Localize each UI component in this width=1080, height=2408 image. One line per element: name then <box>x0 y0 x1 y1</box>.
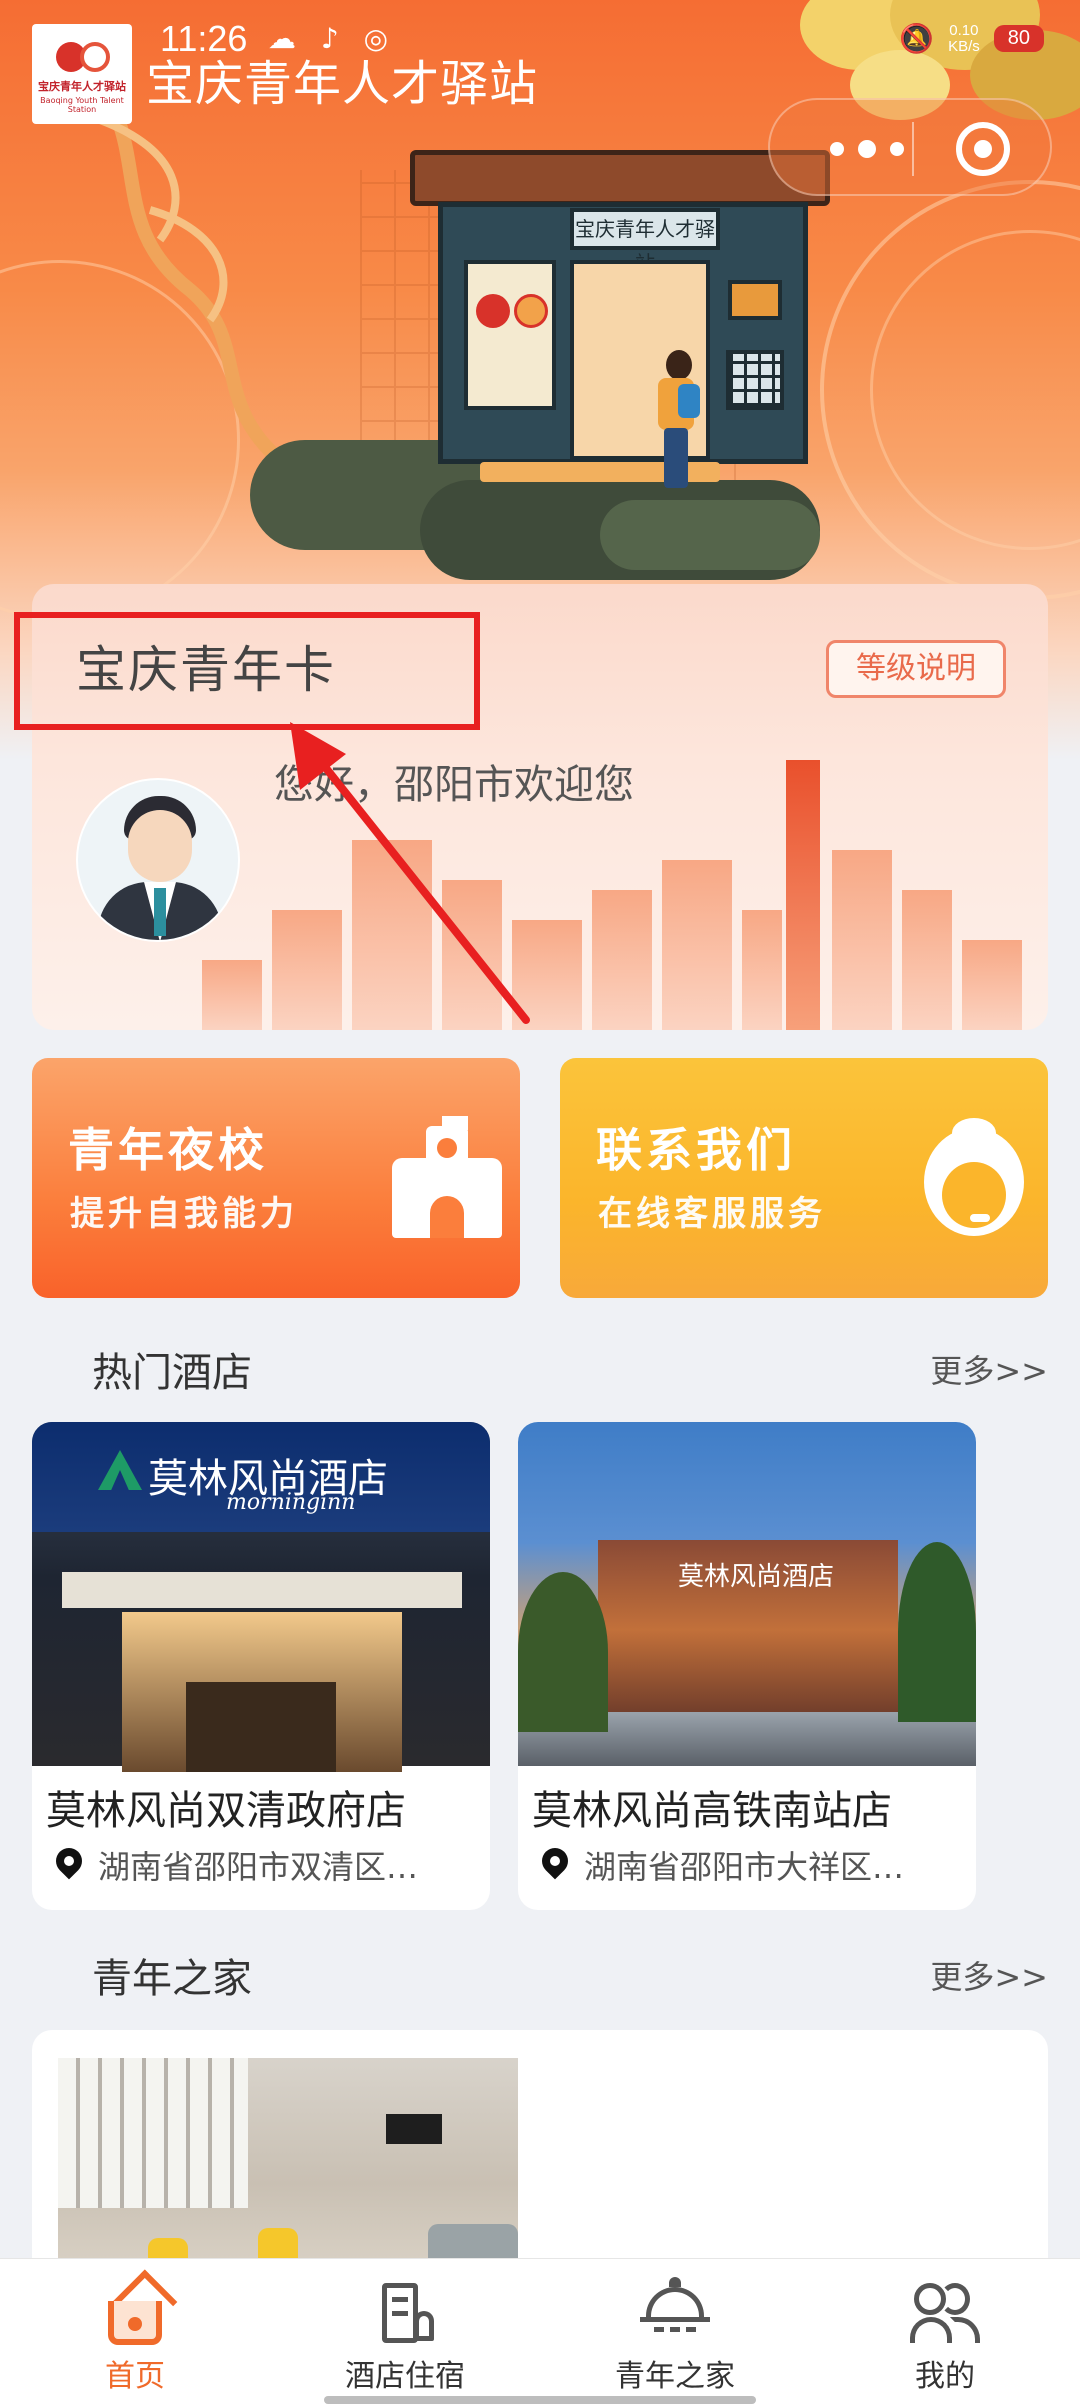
avatar[interactable] <box>76 778 240 942</box>
station-keypad <box>726 350 784 410</box>
school-icon <box>392 1116 502 1238</box>
annotation-highlight-box <box>14 612 480 730</box>
tab-mine[interactable]: 我的 <box>810 2259 1080 2408</box>
greeting-text: 您好，邵阳市欢迎您 <box>274 762 634 808</box>
feature-title: 联系我们 <box>596 1123 796 1177</box>
feature-subtitle: 在线客服服务 <box>598 1194 826 1234</box>
tab-hotel[interactable]: 酒店住宿 <box>270 2259 540 2408</box>
hotel-name: 莫林风尚高铁南站店 <box>532 1788 892 1834</box>
battery-indicator: 80 <box>993 25 1044 52</box>
hotel-card[interactable]: 莫林风尚酒店 morninginn 莫林风尚双清政府店 湖南省邵阳市双清区… <box>32 1422 490 1910</box>
tab-youth-home[interactable]: 青年之家 <box>540 2259 810 2408</box>
logo-mark <box>80 42 110 72</box>
bottom-tab-bar: 首页 酒店住宿 青年之家 我的 <box>0 2258 1080 2408</box>
hotel-photo: 莫林风尚酒店 morninginn <box>32 1422 490 1772</box>
tab-label: 我的 <box>915 2359 975 2394</box>
network-speed: 0.10 KB/s <box>948 21 980 55</box>
miniprogram-capsule <box>768 98 1052 196</box>
feature-title: 青年夜校 <box>68 1123 268 1177</box>
youth-home-icon <box>640 2277 710 2347</box>
more-options-icon[interactable] <box>830 140 904 158</box>
hotel-sign-sub: morninginn <box>226 1490 356 1515</box>
contact-us-card[interactable]: 联系我们 在线客服服务 <box>560 1058 1048 1298</box>
station-poster <box>464 260 556 410</box>
close-miniprogram-icon[interactable] <box>956 122 1010 176</box>
customer-service-icon <box>924 1118 1024 1238</box>
section-title-youth-home: 青年之家 <box>92 1956 252 2002</box>
hero-cloud <box>600 500 820 570</box>
tab-label: 青年之家 <box>615 2359 735 2394</box>
hero-girl-figure <box>652 350 702 490</box>
hero-station-illustration: 宝庆青年人才驿站 <box>410 150 830 482</box>
hotel-address: 湖南省邵阳市大祥区… <box>584 1848 905 1886</box>
hotel-card[interactable]: 莫林风尚酒店 莫林风尚高铁南站店 湖南省邵阳市大祥区… <box>518 1422 976 1910</box>
hotel-name: 莫林风尚双清政府店 <box>46 1788 406 1834</box>
tab-label: 首页 <box>105 2359 165 2394</box>
tab-label: 酒店住宿 <box>345 2359 465 2394</box>
location-pin-icon <box>540 1848 570 1882</box>
app-title: 宝庆青年人才驿站 <box>146 56 539 112</box>
home-indicator[interactable] <box>324 2396 756 2404</box>
mail-icon <box>728 280 782 320</box>
section-title-hot-hotels: 热门酒店 <box>92 1350 252 1396</box>
hot-hotels-more-link[interactable]: 更多>> <box>930 1346 1048 1392</box>
home-icon <box>100 2269 178 2347</box>
mine-icon <box>910 2277 980 2347</box>
hotel-photo: 莫林风尚酒店 <box>518 1422 976 1766</box>
app-logo: 宝庆青年人才驿站 Baoqing Youth Talent Station <box>32 24 132 124</box>
feature-subtitle: 提升自我能力 <box>70 1194 298 1234</box>
youth-night-school-card[interactable]: 青年夜校 提升自我能力 <box>32 1058 520 1298</box>
level-info-button[interactable]: 等级说明 <box>826 640 1006 698</box>
hotel-icon <box>370 2277 440 2347</box>
station-sign: 宝庆青年人才驿站 <box>570 208 720 275</box>
hotel-sign: 莫林风尚酒店 <box>678 1562 835 1592</box>
mute-bell-icon: 🔕 <box>899 22 935 55</box>
hotel-address: 湖南省邵阳市双清区… <box>98 1848 419 1886</box>
youth-home-more-link[interactable]: 更多>> <box>930 1952 1048 1998</box>
tab-home[interactable]: 首页 <box>0 2259 270 2408</box>
location-pin-icon <box>54 1848 84 1882</box>
